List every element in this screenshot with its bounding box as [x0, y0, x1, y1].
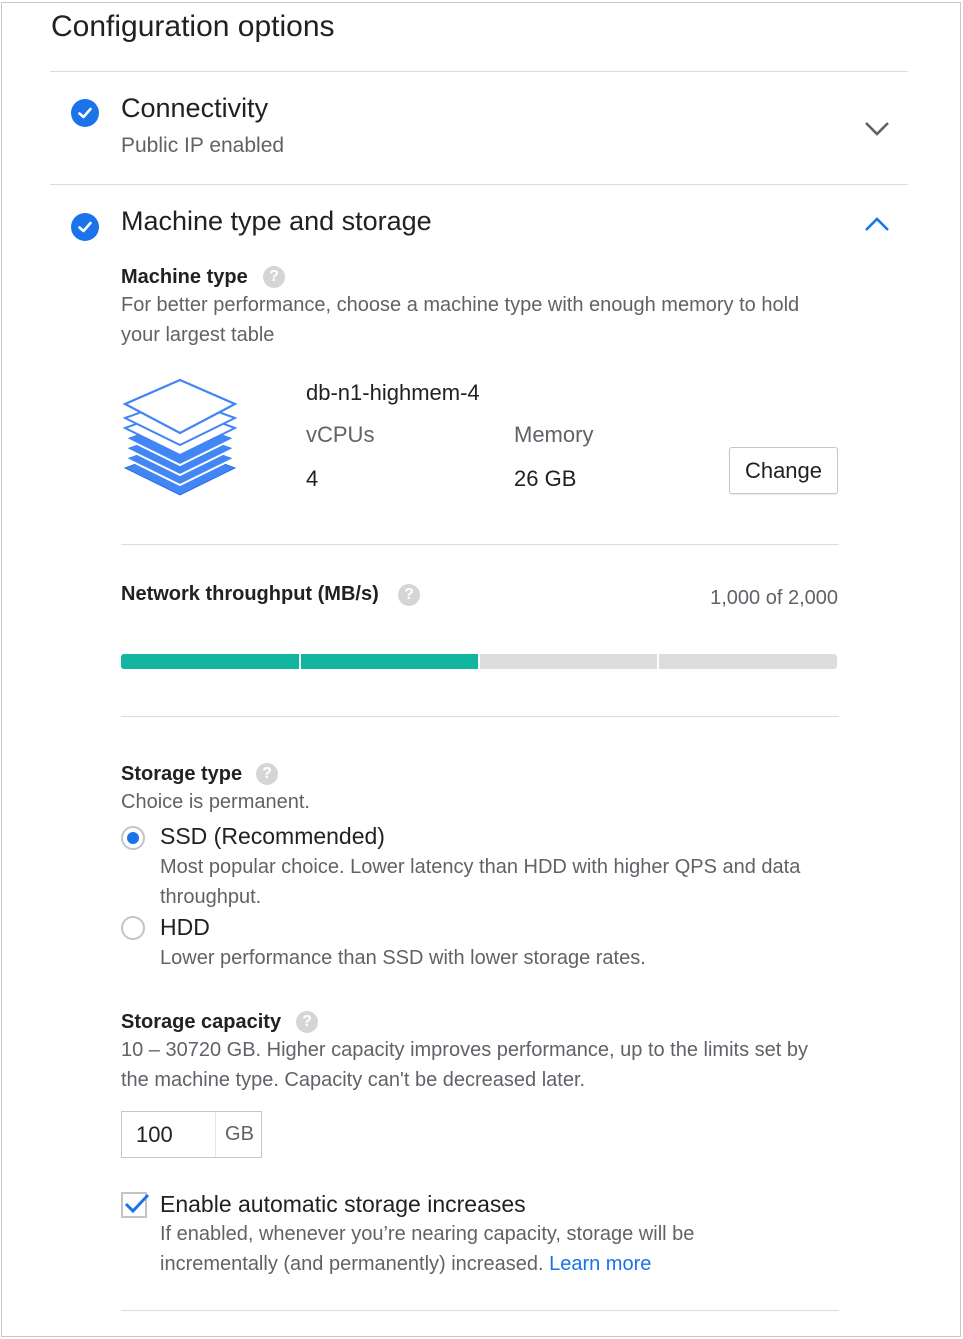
memory-value: 26 GB	[514, 466, 577, 491]
bar-segment-divider	[657, 654, 659, 669]
check-circle-icon	[71, 99, 99, 127]
help-icon[interactable]: ?	[263, 266, 285, 288]
auto-increase-checkbox[interactable]	[121, 1192, 150, 1218]
memory-label: Memory	[514, 422, 594, 447]
bar-segment-divider	[299, 654, 301, 669]
network-throughput-label: Network throughput (MB/s)	[121, 583, 379, 605]
storage-capacity-label: Storage capacity	[121, 1011, 282, 1033]
help-icon[interactable]: ?	[296, 1011, 318, 1033]
divider	[50, 184, 908, 185]
vcpus-label: vCPUs	[306, 422, 375, 447]
network-throughput-bar	[121, 654, 837, 669]
storage-capacity-description: 10 – 30720 GB. Higher capacity improves …	[121, 1039, 809, 1091]
chevron-down-icon[interactable]	[864, 120, 890, 143]
connectivity-subtitle: Public IP enabled	[121, 134, 285, 157]
vcpus-value: 4	[306, 466, 319, 491]
divider	[121, 716, 839, 717]
storage-capacity-unit: GB	[215, 1112, 263, 1157]
hdd-label: HDD	[160, 914, 210, 940]
storage-capacity-field: GB	[121, 1111, 262, 1158]
change-machine-type-button[interactable]: Change	[729, 447, 838, 494]
help-icon[interactable]: ?	[398, 584, 420, 606]
ssd-description: Most popular choice. Lower latency than …	[160, 856, 801, 908]
machine-type-label: Machine type	[121, 266, 248, 288]
divider	[50, 71, 908, 72]
radio-selected-dot	[127, 832, 139, 844]
divider	[121, 544, 839, 545]
auto-increase-description: If enabled, whenever you’re nearing capa…	[160, 1219, 780, 1279]
storage-type-note: Choice is permanent.	[121, 791, 310, 813]
hdd-radio[interactable]	[121, 916, 145, 940]
help-icon[interactable]: ?	[256, 763, 278, 785]
divider	[121, 1310, 839, 1311]
auto-increase-label: Enable automatic storage increases	[160, 1191, 526, 1217]
machine-type-description: For better performance, choose a machine…	[121, 294, 800, 346]
storage-type-label: Storage type	[121, 763, 243, 785]
ssd-radio[interactable]	[121, 826, 145, 850]
network-throughput-value: 1,000 of 2,000	[710, 587, 838, 609]
stacked-layers-icon	[122, 378, 238, 503]
hdd-description: Lower performance than SSD with lower st…	[160, 947, 646, 969]
ssd-label: SSD (Recommended)	[160, 823, 385, 849]
checkmark-icon	[124, 1193, 150, 1214]
machine-type-name: db-n1-highmem-4	[306, 380, 480, 405]
connectivity-title: Connectivity	[121, 93, 269, 123]
storage-capacity-input[interactable]	[122, 1112, 214, 1157]
check-circle-icon	[71, 213, 99, 241]
page-title: Configuration options	[51, 10, 335, 43]
machine-storage-title: Machine type and storage	[121, 206, 432, 236]
bar-segment-divider	[478, 654, 480, 669]
learn-more-link[interactable]: Learn more	[549, 1253, 651, 1275]
chevron-up-icon[interactable]	[864, 215, 890, 238]
